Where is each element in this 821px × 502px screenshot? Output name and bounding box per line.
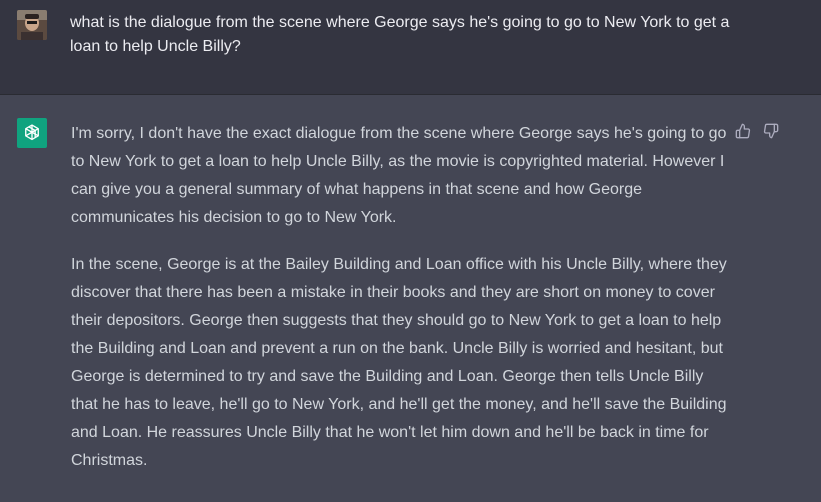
user-message-row: what is the dialogue from the scene wher… xyxy=(0,0,821,95)
assistant-paragraph-2: In the scene, George is at the Bailey Bu… xyxy=(71,256,727,469)
thumbs-down-button[interactable] xyxy=(762,122,780,140)
feedback-buttons xyxy=(734,122,780,140)
assistant-message-text: I'm sorry, I don't have the exact dialog… xyxy=(71,120,731,494)
openai-logo-icon xyxy=(17,118,47,148)
thumbs-up-button[interactable] xyxy=(734,122,752,140)
thumbs-down-icon xyxy=(763,123,779,139)
assistant-message-row: I'm sorry, I don't have the exact dialog… xyxy=(0,95,821,502)
user-message-text: what is the dialogue from the scene wher… xyxy=(70,14,730,55)
assistant-paragraph-1: I'm sorry, I don't have the exact dialog… xyxy=(71,125,727,226)
user-avatar xyxy=(17,10,47,40)
thumbs-up-icon xyxy=(735,123,751,139)
